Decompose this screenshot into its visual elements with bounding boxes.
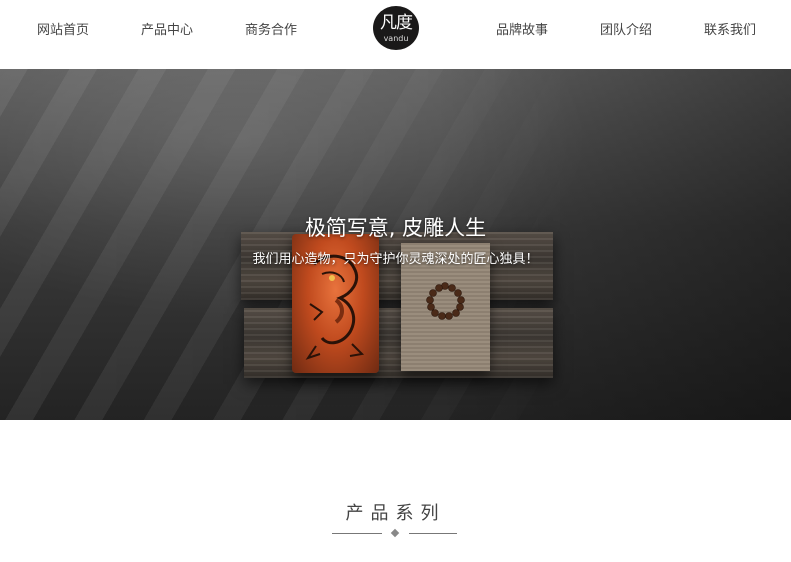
top-navigation: 网站首页 产品中心 商务合作 凡度 vandu 品牌故事 团队介绍 联系我们	[0, 0, 791, 69]
hero-banner: 极简写意, 皮雕人生 我们用心造物，只为守护你灵魂深处的匠心独具！	[0, 69, 791, 420]
nav-brand-story[interactable]: 品牌故事	[496, 19, 548, 38]
nav-home[interactable]: 网站首页	[37, 19, 89, 38]
nav-contact[interactable]: 联系我们	[704, 19, 756, 38]
hero-subtitle: 我们用心造物，只为守护你灵魂深处的匠心独具！	[252, 252, 539, 267]
product-series-section: 产品系列	[0, 420, 791, 562]
nav-team[interactable]: 团队介绍	[600, 19, 652, 38]
nav-products[interactable]: 产品中心	[141, 19, 193, 38]
logo-en-text: vandu	[383, 34, 409, 43]
hero-title: 极简写意, 皮雕人生	[304, 216, 487, 240]
diamond-icon	[390, 528, 400, 538]
section-title: 产品系列	[345, 503, 446, 524]
wood-board-bottom	[244, 308, 553, 378]
title-divider-left	[332, 533, 382, 534]
logo-zh-text: 凡度	[380, 13, 413, 33]
brand-logo[interactable]: 凡度 vandu	[373, 6, 419, 50]
nav-business[interactable]: 商务合作	[245, 19, 297, 38]
title-divider-right	[409, 533, 457, 534]
